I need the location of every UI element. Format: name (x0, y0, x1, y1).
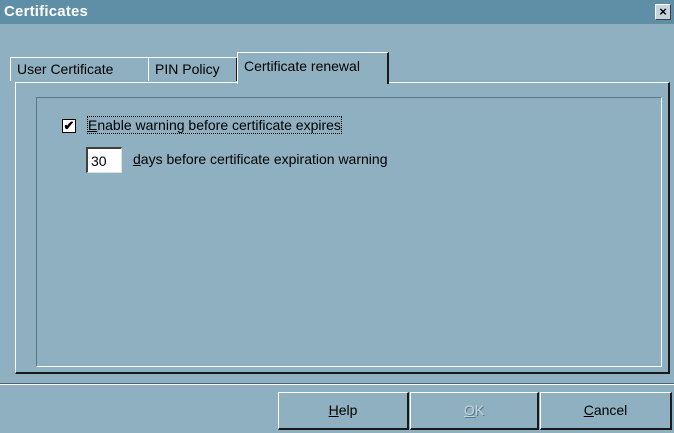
check-mark-icon: ✔ (63, 118, 75, 133)
accelerator-key: d (133, 151, 141, 167)
tab-label: User Certificate (17, 61, 114, 77)
accelerator-key: E (88, 117, 98, 133)
tab-label: Certificate renewal (244, 58, 360, 74)
accelerator-key: H (328, 402, 339, 418)
title-bar: Certificates × (0, 0, 674, 24)
label-text: nable warning before certificate expires (97, 117, 341, 133)
button-label: elp (338, 402, 358, 418)
days-label: days before certificate expiration warni… (133, 151, 387, 167)
window-title: Certificates (4, 3, 89, 20)
button-separator (0, 383, 674, 385)
tab-label: PIN Policy (155, 61, 220, 77)
ok-button[interactable]: OK (410, 392, 539, 430)
tab-pin-policy[interactable]: PIN Policy (148, 57, 238, 81)
enable-warning-label[interactable]: Enable warning before certificate expire… (87, 116, 342, 134)
certificates-dialog: Certificates × User Certificate PIN Poli… (0, 0, 674, 433)
label-text: ays before certificate expiration warnin… (140, 151, 388, 167)
cancel-button[interactable]: Cancel (540, 392, 672, 430)
button-label: K (474, 402, 485, 418)
close-button[interactable]: × (655, 4, 671, 20)
help-button[interactable]: Help (278, 392, 409, 430)
close-icon: × (659, 4, 667, 19)
accelerator-key: O (463, 402, 475, 418)
enable-warning-checkbox[interactable]: ✔ (62, 119, 76, 133)
button-label: ancel (593, 402, 628, 418)
accelerator-key: C (583, 402, 594, 418)
renewal-group (36, 97, 662, 367)
tab-certificate-renewal[interactable]: Certificate renewal (237, 52, 389, 84)
tab-user-certificate[interactable]: User Certificate (10, 57, 150, 81)
days-input[interactable] (86, 147, 122, 173)
